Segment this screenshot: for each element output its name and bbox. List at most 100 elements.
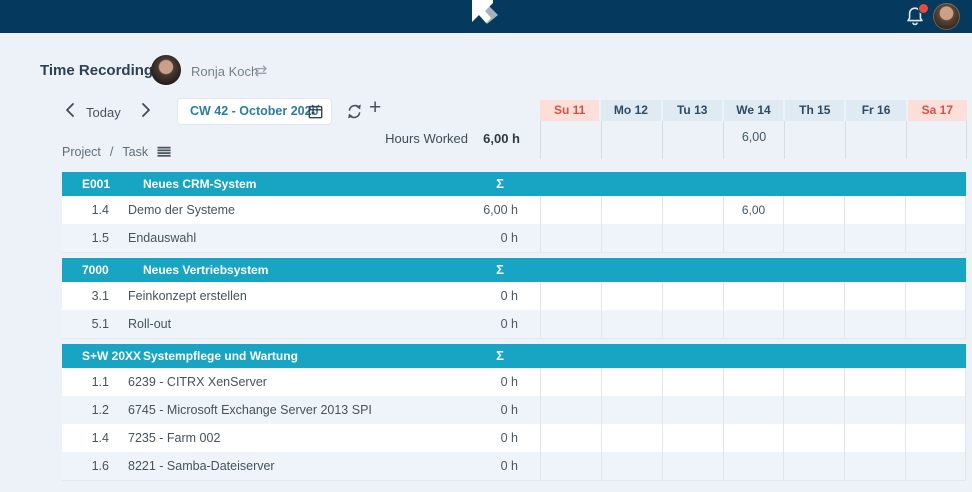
day-header-cell: Th 15 — [785, 100, 844, 121]
project-group-header[interactable]: S+W 20XX Systempflege und Wartung Σ — [62, 344, 966, 368]
time-entry-cell[interactable] — [905, 196, 966, 224]
task-day-cells — [540, 224, 966, 252]
task-row[interactable]: 5.1 Roll-out 0 h — [62, 310, 966, 338]
time-entry-cell[interactable] — [783, 224, 844, 252]
task-label: Demo der Systeme — [128, 196, 235, 224]
time-entry-cell[interactable] — [601, 396, 662, 424]
time-entry-cell[interactable] — [601, 196, 662, 224]
time-entry-cell[interactable] — [844, 224, 905, 252]
time-entry-cell[interactable] — [723, 224, 784, 252]
time-entry-cell[interactable] — [783, 452, 844, 480]
time-entry-cell[interactable] — [601, 224, 662, 252]
day-header-cell: We 14 — [724, 100, 783, 121]
day-header-cell: Su 11 — [540, 100, 599, 121]
time-entry-cell[interactable] — [601, 310, 662, 338]
day-header-cell: Sa 17 — [908, 100, 967, 121]
time-entry-cell[interactable] — [844, 452, 905, 480]
profile-avatar[interactable] — [933, 3, 960, 30]
mouse-cursor — [466, 0, 506, 30]
task-number: 1.5 — [82, 224, 109, 252]
time-entry-cell[interactable] — [844, 424, 905, 452]
user-name: Ronja Koch — [191, 64, 258, 79]
time-entry-cell[interactable] — [783, 196, 844, 224]
time-entry-cell[interactable] — [783, 310, 844, 338]
refresh-icon[interactable] — [346, 103, 363, 120]
user-avatar[interactable] — [151, 55, 181, 85]
task-column-label: Task — [122, 145, 148, 159]
calendar-icon[interactable] — [308, 104, 323, 119]
time-entry-cell[interactable] — [662, 396, 723, 424]
task-row[interactable]: 1.6 8221 - Samba-Dateiserver 0 h — [62, 452, 966, 480]
task-row[interactable]: 1.2 6745 - Microsoft Exchange Server 201… — [62, 396, 966, 424]
time-entry-cell[interactable] — [662, 282, 723, 310]
time-entry-cell[interactable] — [662, 368, 723, 396]
time-entry-cell[interactable] — [905, 310, 966, 338]
task-sum: 0 h — [462, 224, 518, 252]
time-entry-cell[interactable] — [905, 424, 966, 452]
time-entry-cell[interactable] — [783, 396, 844, 424]
time-entry-cell[interactable] — [783, 368, 844, 396]
task-row[interactable]: 1.4 7235 - Farm 002 0 h — [62, 424, 966, 452]
group-sum-symbol: Σ — [472, 258, 528, 282]
time-entry-cell[interactable] — [844, 282, 905, 310]
time-entry-cell[interactable] — [540, 310, 601, 338]
switch-user-icon[interactable]: ⇄ — [254, 61, 267, 80]
task-sum: 0 h — [462, 310, 518, 338]
time-entry-cell[interactable] — [540, 452, 601, 480]
day-header-row: Su 11Mo 12Tu 13We 14Th 15Fr 16Sa 17 — [540, 100, 967, 121]
time-entry-cell[interactable] — [662, 310, 723, 338]
notifications-bell-button[interactable] — [902, 4, 928, 30]
time-entry-cell[interactable] — [905, 452, 966, 480]
task-row[interactable]: 3.1 Feinkonzept erstellen 0 h — [62, 282, 966, 310]
time-entry-cell[interactable] — [783, 282, 844, 310]
time-entry-cell[interactable] — [723, 396, 784, 424]
top-navigation-bar — [0, 0, 972, 33]
time-entry-cell[interactable] — [905, 282, 966, 310]
time-entry-cell[interactable] — [540, 224, 601, 252]
project-group-header[interactable]: 7000 Neues Vertriebsystem Σ — [62, 258, 966, 282]
time-entry-cell[interactable] — [540, 282, 601, 310]
time-entry-cell[interactable] — [601, 368, 662, 396]
notification-badge — [918, 3, 929, 14]
time-entry-cell[interactable] — [540, 424, 601, 452]
column-header-project-task: Project / Task — [62, 145, 172, 159]
task-row[interactable]: 1.1 6239 - CITRX XenServer 0 h — [62, 368, 966, 396]
time-entry-cell[interactable] — [723, 282, 784, 310]
group-code: 7000 — [82, 258, 109, 282]
task-label: 6745 - Microsoft Exchange Server 2013 SP… — [128, 396, 372, 424]
time-entry-cell[interactable] — [844, 310, 905, 338]
time-entry-cell[interactable] — [540, 396, 601, 424]
time-entry-cell[interactable] — [844, 196, 905, 224]
time-entry-cell[interactable] — [905, 224, 966, 252]
time-entry-cell[interactable] — [662, 196, 723, 224]
add-entry-button[interactable]: + — [369, 96, 381, 120]
previous-week-button[interactable] — [65, 102, 75, 118]
time-entry-cell[interactable]: 6,00 — [723, 196, 784, 224]
group-sum-symbol: Σ — [472, 172, 528, 196]
time-entry-cell[interactable] — [540, 368, 601, 396]
task-row[interactable]: 1.4 Demo der Systeme 6,00 h 6,00 — [62, 196, 966, 224]
time-entry-cell[interactable] — [723, 368, 784, 396]
task-row[interactable]: 1.5 Endauswahl 0 h — [62, 224, 966, 252]
time-entry-cell[interactable] — [601, 282, 662, 310]
time-entry-cell[interactable] — [723, 310, 784, 338]
week-period-select[interactable]: CW 42 - October 2020 — [178, 99, 331, 124]
time-entry-cell[interactable] — [662, 224, 723, 252]
reorder-icon[interactable] — [157, 146, 172, 158]
time-entry-cell[interactable] — [783, 424, 844, 452]
time-entry-cell[interactable] — [540, 196, 601, 224]
time-entry-cell[interactable] — [905, 396, 966, 424]
project-group-header[interactable]: E001 Neues CRM-System Σ — [62, 172, 966, 196]
time-entry-cell[interactable] — [905, 368, 966, 396]
next-week-button[interactable] — [141, 102, 151, 118]
time-entry-cell[interactable] — [844, 396, 905, 424]
time-entry-cell[interactable] — [601, 452, 662, 480]
page-title: Time Recording — [40, 62, 153, 79]
time-entry-cell[interactable] — [844, 368, 905, 396]
time-entry-cell[interactable] — [662, 452, 723, 480]
time-entry-cell[interactable] — [723, 452, 784, 480]
time-entry-cell[interactable] — [601, 424, 662, 452]
time-entry-cell[interactable] — [723, 424, 784, 452]
today-button[interactable]: Today — [86, 105, 121, 120]
time-entry-cell[interactable] — [662, 424, 723, 452]
